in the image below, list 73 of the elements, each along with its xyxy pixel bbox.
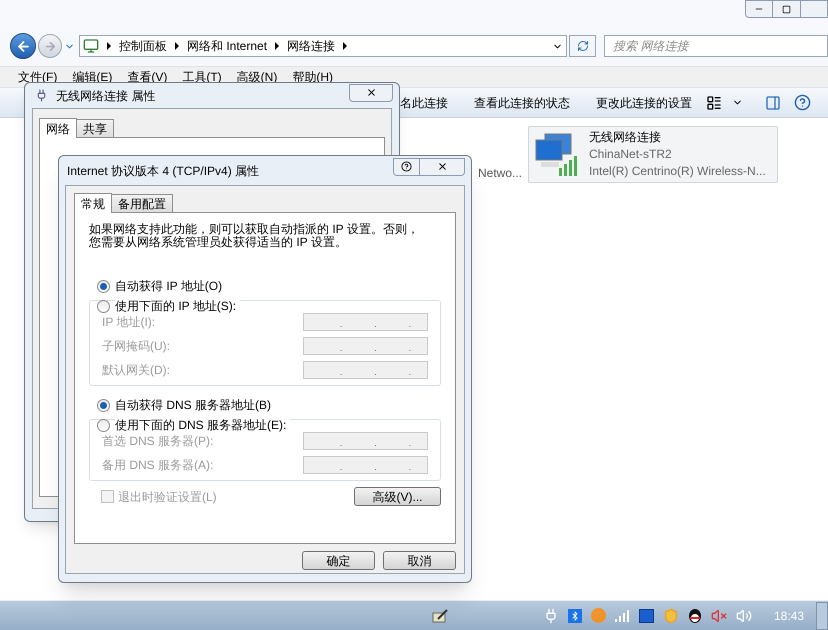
octet-separator: . bbox=[340, 344, 342, 353]
breadcrumb-item[interactable]: 网络和 Internet bbox=[187, 37, 268, 55]
muted-speaker-icon[interactable] bbox=[711, 608, 727, 624]
help-icon bbox=[401, 161, 412, 172]
radio-button[interactable] bbox=[97, 300, 110, 312]
toolbar-button[interactable]: 更改此连接的设置 bbox=[596, 94, 692, 112]
dialog-button[interactable]: 取消 bbox=[383, 551, 456, 570]
dialog-title: 无线网络连接 属性 bbox=[56, 88, 156, 104]
dialog-button[interactable]: 确定 bbox=[302, 551, 375, 570]
refresh-button[interactable] bbox=[569, 35, 596, 57]
help-button[interactable] bbox=[393, 158, 420, 176]
penguin-icon[interactable] bbox=[688, 608, 702, 624]
maximize-icon bbox=[782, 4, 791, 14]
breadcrumb-item[interactable]: 控制面板 bbox=[119, 37, 167, 55]
dialog-title: Internet 协议版本 4 (TCP/IPv4) 属性 bbox=[67, 162, 260, 180]
dialog-button[interactable]: 高级(V)... bbox=[354, 487, 441, 506]
description-text: 如果网络支持此功能，则可以获取自动指派的 IP 设置。否则，您需要从网络系统管理员处获得适当的 IP 设置。 bbox=[89, 223, 420, 249]
field-label: 首选 DNS 服务器(P): bbox=[102, 433, 214, 450]
octet-separator: . bbox=[374, 368, 377, 377]
breadcrumb-arrow-icon bbox=[175, 42, 179, 50]
octet-separator: . bbox=[374, 439, 377, 448]
breadcrumb-item[interactable]: 网络连接 bbox=[287, 37, 336, 55]
tab[interactable]: 网络 bbox=[39, 118, 77, 138]
octet-separator: . bbox=[408, 463, 412, 472]
refresh-icon bbox=[576, 40, 588, 52]
close-button[interactable] bbox=[420, 158, 465, 176]
connection-item[interactable]: 无线网络连接 ChinaNet-sTR2 Intel(R) Centrino(R) Wireless-N... bbox=[528, 126, 778, 183]
octet-separator: . bbox=[408, 368, 412, 377]
tab[interactable]: 共享 bbox=[76, 119, 114, 137]
maximize-button[interactable] bbox=[773, 0, 801, 18]
close-button[interactable] bbox=[349, 84, 393, 102]
address-bar[interactable]: 控制面板 网络和 Internet 网络连接 bbox=[79, 35, 567, 57]
close-icon bbox=[366, 87, 376, 98]
octet-separator: . bbox=[340, 368, 342, 377]
octet-separator: . bbox=[408, 344, 412, 353]
toolbar-button[interactable]: 名此连接 bbox=[400, 94, 448, 112]
radio-button[interactable] bbox=[97, 280, 110, 292]
octet-separator: . bbox=[340, 439, 342, 448]
octet-separator: . bbox=[340, 463, 342, 472]
field-label: 备用 DNS 服务器(A): bbox=[102, 457, 214, 474]
field-label: 子网掩码(U): bbox=[102, 338, 170, 355]
radio-label: 使用下面的 IP 地址(S): bbox=[115, 299, 240, 313]
octet-separator: . bbox=[374, 320, 377, 329]
forward-arrow-icon bbox=[44, 40, 56, 52]
octet-separator: . bbox=[374, 463, 377, 472]
tab[interactable]: 常规 bbox=[74, 193, 112, 213]
connection-network: ChinaNet-sTR2 bbox=[589, 146, 673, 163]
field-label: 默认网关(D): bbox=[102, 362, 170, 379]
close-icon bbox=[436, 161, 448, 172]
radio-label: 使用下面的 DNS 服务器地址(E): bbox=[115, 418, 290, 432]
breadcrumb-arrow-icon bbox=[343, 42, 348, 50]
breadcrumb-arrow-icon bbox=[275, 42, 280, 50]
octet-separator: . bbox=[408, 320, 412, 329]
pen-note-icon[interactable] bbox=[432, 608, 448, 622]
back-button[interactable] bbox=[10, 33, 36, 59]
breadcrumb-arrow-icon bbox=[107, 42, 111, 50]
bluetooth-icon[interactable] bbox=[568, 608, 582, 622]
tab[interactable]: 备用配置 bbox=[111, 194, 173, 212]
radio-button[interactable] bbox=[97, 418, 110, 432]
connection-title: 无线网络连接 bbox=[589, 129, 662, 146]
toolbar-button[interactable]: 查看此连接的状态 bbox=[474, 94, 570, 112]
preview-pane-icon[interactable] bbox=[765, 94, 781, 110]
field-label: IP 地址(I): bbox=[102, 314, 156, 331]
radio-button[interactable] bbox=[97, 398, 110, 412]
connection-adapter: Intel(R) Centrino(R) Wireless-N... bbox=[589, 163, 766, 180]
octet-separator: . bbox=[374, 344, 377, 353]
checkbox-label: 退出时验证设置(L) bbox=[118, 488, 217, 506]
help-icon[interactable] bbox=[794, 94, 811, 111]
octet-separator: . bbox=[408, 439, 412, 448]
connection-name: Netwo... bbox=[478, 165, 522, 182]
octet-separator: . bbox=[340, 320, 342, 329]
search-field[interactable]: 搜索 网络连接 bbox=[604, 35, 828, 57]
view-options-icon[interactable] bbox=[706, 94, 722, 110]
